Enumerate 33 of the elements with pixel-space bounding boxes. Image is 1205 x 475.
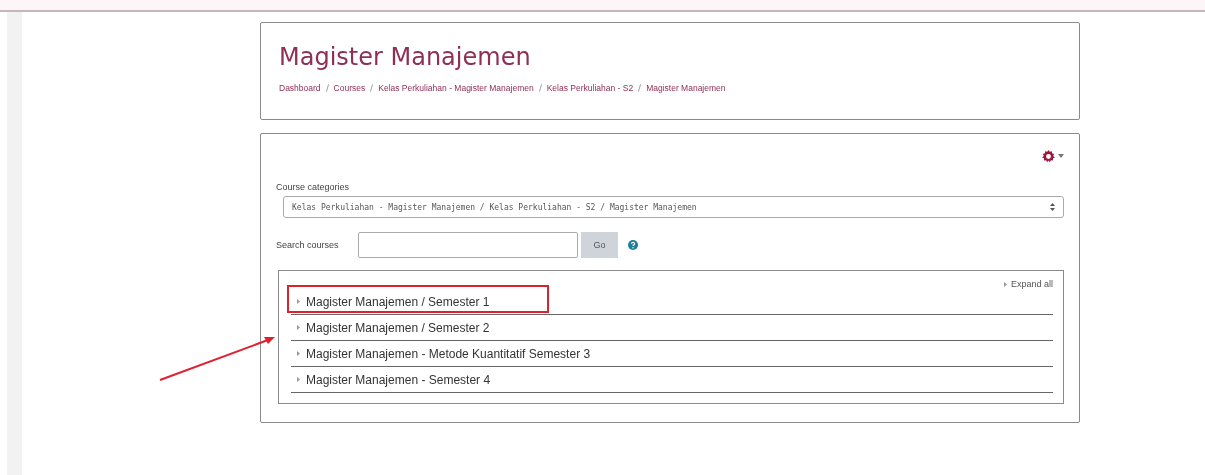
breadcrumb-separator-icon (538, 84, 542, 92)
select-arrows-icon (1050, 203, 1055, 211)
breadcrumb-link[interactable]: Courses (333, 83, 366, 93)
expand-all-link[interactable]: Expand all (1010, 279, 1053, 289)
page-title: Magister Manajemen (279, 43, 532, 71)
breadcrumb-separator-icon (370, 84, 374, 92)
category-name: Magister Manajemen - Metode Kuantitatif Semester 3 (306, 346, 591, 361)
breadcrumb-link[interactable]: Kelas Perkuliahan - Magister Manajemen (378, 83, 534, 93)
category-select[interactable]: Kelas Perkuliahan - Magister Manajemen / Kelas Perkuliahan - S2 / Magister Manajemen (283, 196, 1064, 218)
breadcrumb-separator-icon (325, 84, 329, 92)
category-name: Magister Manajemen - Semester 4 (306, 372, 491, 387)
caret-icon (297, 299, 300, 304)
caret-icon[interactable] (1058, 154, 1064, 158)
breadcrumb-link[interactable]: Magister Manajemen (646, 83, 726, 93)
search-field[interactable] (358, 232, 578, 258)
category-name: Magister Manajemen / Semester 1 (306, 294, 490, 309)
category-item[interactable]: Magister Manajemen - Metode Kuantitatif Semester 3 (291, 341, 1053, 367)
field-label: Search courses (276, 240, 340, 250)
caret-icon (297, 351, 300, 356)
breadcrumb-separator-icon (638, 84, 642, 92)
category-name: Magister Manajemen / Semester 2 (306, 320, 490, 335)
breadcrumb-link[interactable]: Dashboard (279, 83, 321, 93)
category-item[interactable]: Magister Manajemen / Semester 1 (291, 289, 1053, 315)
category-item[interactable]: Magister Manajemen - Semester 4 (291, 367, 1053, 393)
settings-icon[interactable] (1042, 149, 1055, 163)
caret-icon (297, 325, 300, 330)
help-icon[interactable] (628, 240, 638, 250)
field-label: Course categories (276, 182, 351, 192)
caret-icon (1003, 281, 1007, 287)
caret-icon (297, 377, 300, 382)
go-button[interactable]: Go (581, 232, 618, 258)
category-item[interactable]: Magister Manajemen / Semester 2 (291, 315, 1053, 341)
breadcrumb-link[interactable]: Kelas Perkuliahan - S2 (546, 83, 634, 93)
